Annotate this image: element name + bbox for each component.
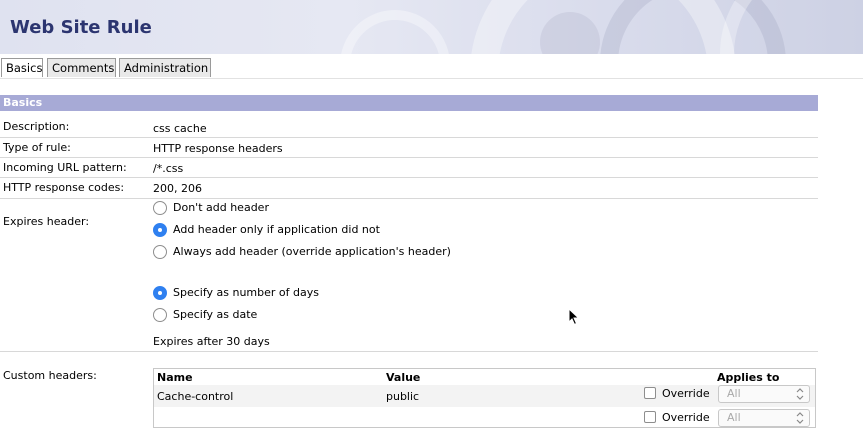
applies-to-select[interactable]: All [718,385,810,403]
url-pattern-label: Incoming URL pattern: [3,161,127,174]
radio-label: Specify as number of days [173,286,319,299]
header-decoration [340,10,450,54]
column-header-value: Value [386,371,421,384]
radio-label: Always add header (override application'… [173,245,451,258]
mouse-pointer-icon [568,308,580,326]
column-header-applies-to: Applies to [717,371,780,384]
description-value: css cache [153,122,207,135]
radio-button-selected[interactable] [153,223,167,237]
divider [0,137,818,138]
divider [0,198,818,199]
divider [0,351,818,352]
page-header: Web Site Rule [0,0,863,54]
tab-bar: Basics Comments Administration [0,58,863,79]
applies-to-select[interactable]: All [718,409,810,427]
tab-administration[interactable]: Administration [119,58,211,77]
divider [0,157,818,158]
radio-button[interactable] [153,201,167,215]
override-checkbox[interactable] [644,387,656,399]
override-label: Override [662,411,710,424]
radio-label: Specify as date [173,308,258,321]
header-decoration [720,0,863,54]
radio-button[interactable] [153,245,167,259]
expires-summary: Expires after 30 days [153,335,270,348]
override-checkbox[interactable] [644,411,656,423]
column-header-name: Name [157,371,193,384]
radio-button[interactable] [153,308,167,322]
custom-headers-table: Name Value Applies to Cache-control publ… [153,368,816,428]
rule-type-label: Type of rule: [3,141,71,154]
header-value-cell: public [386,390,420,403]
table-row: Cache-control public Override All [154,385,815,407]
expires-header-label: Expires header: [3,215,90,228]
custom-headers-label: Custom headers: [3,369,97,382]
chevron-up-down-icon [796,388,804,400]
tab-comments[interactable]: Comments [47,58,116,77]
response-codes-label: HTTP response codes: [3,181,125,194]
rule-type-value: HTTP response headers [153,142,283,155]
header-name-cell: Cache-control [157,390,234,403]
page-title: Web Site Rule [10,17,152,38]
divider [0,177,818,178]
chevron-up-down-icon [796,412,804,424]
radio-label: Don't add header [173,201,269,214]
radio-label: Add header only if application did not [173,223,380,236]
url-pattern-value: /*.css [153,162,184,175]
description-label: Description: [3,120,70,133]
select-value: All [727,411,741,424]
select-value: All [727,387,741,400]
tab-basics[interactable]: Basics [1,58,43,77]
section-header-basics: Basics [0,95,818,111]
radio-button-selected[interactable] [153,286,167,300]
override-label: Override [662,387,710,400]
response-codes-value: 200, 206 [153,182,202,195]
